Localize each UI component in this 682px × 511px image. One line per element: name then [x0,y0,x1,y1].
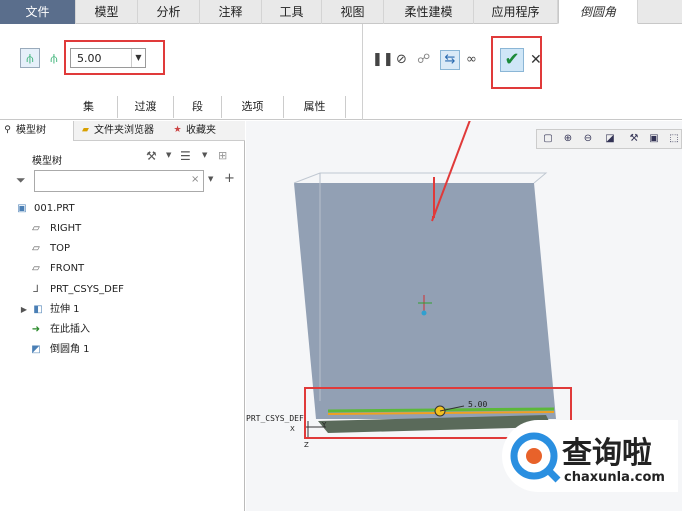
part-top-edge [293,172,548,184]
model-tree-icon: ⚲ [4,125,11,135]
chevron-down-icon[interactable]: ▼ [208,175,213,183]
tree-item-top[interactable]: ▱ TOP [30,240,220,258]
datum-plane-icon: ▱ [32,263,40,274]
watermark-text: 查询啦 [562,436,652,471]
part-icon: ▣ [17,203,27,214]
subtab-options[interactable]: 选项 [222,96,284,118]
add-filter-icon[interactable]: + [224,171,235,186]
tab-model-tree[interactable]: ⚲ 模型树 [0,121,74,141]
tab-favorites-label: 收藏夹 [186,125,216,136]
round-icon: ◩ [31,344,41,355]
tab-folder-browser-label: 文件夹浏览器 [94,125,154,136]
tree-item-label: 在此插入 [50,324,90,335]
expand-arrow-icon[interactable]: ▶ [18,304,30,316]
tree-columns-icon[interactable]: ⊞ [218,149,227,162]
tree-item-label: TOP [50,243,71,254]
tab-model-tree-label: 模型树 [16,125,46,136]
tree-item-csys[interactable]: ⅃ PRT_CSYS_DEF [30,281,220,299]
watermark: 查询啦 chaxunla.com [502,420,678,492]
highlight-box-radius [64,40,165,75]
datum-plane-icon: ▱ [32,223,40,234]
chevron-down-icon[interactable]: ▼ [166,151,171,159]
axis-z-label: Z [304,441,309,449]
csys-label: PRT_CSYS_DEF [246,414,304,423]
tree-item-part[interactable]: ▣ 001.PRT [16,200,216,218]
glasses-preview-icon[interactable]: ∞ [466,52,477,67]
ribbon-separator [362,24,363,120]
transition-mode-icon[interactable]: ⫛ [44,48,64,68]
verify-mode-icon[interactable]: ⇆ [440,50,460,70]
csys-origin [421,310,427,316]
tree-item-insert-here[interactable]: ➜ 在此插入 [30,321,220,339]
navigator-tabs: ⚲ 模型树 ▰ 文件夹浏览器 ★ 收藏夹 [0,121,245,141]
tab-analysis[interactable]: 分析 [138,0,200,24]
show-options-icon[interactable]: ☰ [180,149,191,163]
subtab-properties[interactable]: 属性 [284,96,346,118]
axis-x-label: X [290,425,295,433]
tab-tools[interactable]: 工具 [262,0,322,24]
csys-icon: ⅃ [33,284,39,295]
tab-model[interactable]: 模型 [76,0,138,24]
subtab-pieces[interactable]: 段 [174,96,222,118]
datum-plane-icon: ▱ [32,243,40,254]
tree-search-input[interactable] [34,170,204,192]
favorites-icon: ★ [173,125,182,135]
no-preview-icon[interactable]: ⊘ [396,52,407,67]
tab-favorites[interactable]: ★ 收藏夹 [170,121,230,141]
geometry-preview-icon[interactable]: ☍ [417,52,430,67]
tree-item-label: RIGHT [50,223,82,234]
round-dashboard: ⫛ ⫛ 5.00 ▼ 集 过渡 段 选项 属性 ❚❚ ⊘ ☍ ⇆ ∞ ✔ ✕ [0,24,682,120]
tree-item-label: 倒圆角 1 [50,344,90,355]
tab-folder-browser[interactable]: ▰ 文件夹浏览器 [78,121,166,141]
tab-annotate[interactable]: 注释 [200,0,262,24]
tab-view[interactable]: 视图 [322,0,384,24]
ribbon-tabbar: 文件 模型 分析 注释 工具 视图 柔性建模 应用程序 倒圆角 [0,0,682,24]
set-mode-icon[interactable]: ⫛ [20,48,40,68]
tree-settings-icon[interactable]: ⚒ [146,149,157,163]
part-face [294,183,556,419]
tree-item-front[interactable]: ▱ FRONT [30,260,220,278]
watermark-url: chaxunla.com [564,470,665,485]
tree-item-label: 拉伸 1 [50,304,80,315]
tree-item-label: PRT_CSYS_DEF [50,284,124,295]
subtab-sets[interactable]: 集 [60,96,118,118]
insert-arrow-icon: ➜ [31,324,41,335]
model-tree-title: 模型树 [32,156,62,167]
tab-round[interactable]: 倒圆角 [558,0,638,24]
navigator-panel: ⚲ 模型树 ▰ 文件夹浏览器 ★ 收藏夹 模型树 ⚒ ▼ ☰ ▼ ⊞ ⏷ × ▼… [0,121,245,511]
extrude-icon: ◧ [33,304,43,315]
chevron-down-icon[interactable]: ▼ [202,151,207,159]
tree-item-extrude[interactable]: ▶ ◧ 拉伸 1 [18,301,218,319]
filter-icon[interactable]: ⏷ [16,173,26,188]
tab-applications[interactable]: 应用程序 [474,0,558,24]
tree-item-round[interactable]: ◩ 倒圆角 1 [30,341,220,359]
folder-icon: ▰ [82,125,89,135]
highlight-box-ok [491,36,542,89]
clear-icon[interactable]: × [191,174,199,185]
pause-icon[interactable]: ❚❚ [372,52,394,67]
watermark-logo-icon [510,432,561,483]
tab-flexible-modeling[interactable]: 柔性建模 [384,0,474,24]
tab-file[interactable]: 文件 [0,0,76,24]
subtab-transitions[interactable]: 过渡 [118,96,174,118]
tree-item-right[interactable]: ▱ RIGHT [30,220,220,238]
tree-item-label: FRONT [50,263,85,274]
tree-item-label: 001.PRT [34,203,75,214]
